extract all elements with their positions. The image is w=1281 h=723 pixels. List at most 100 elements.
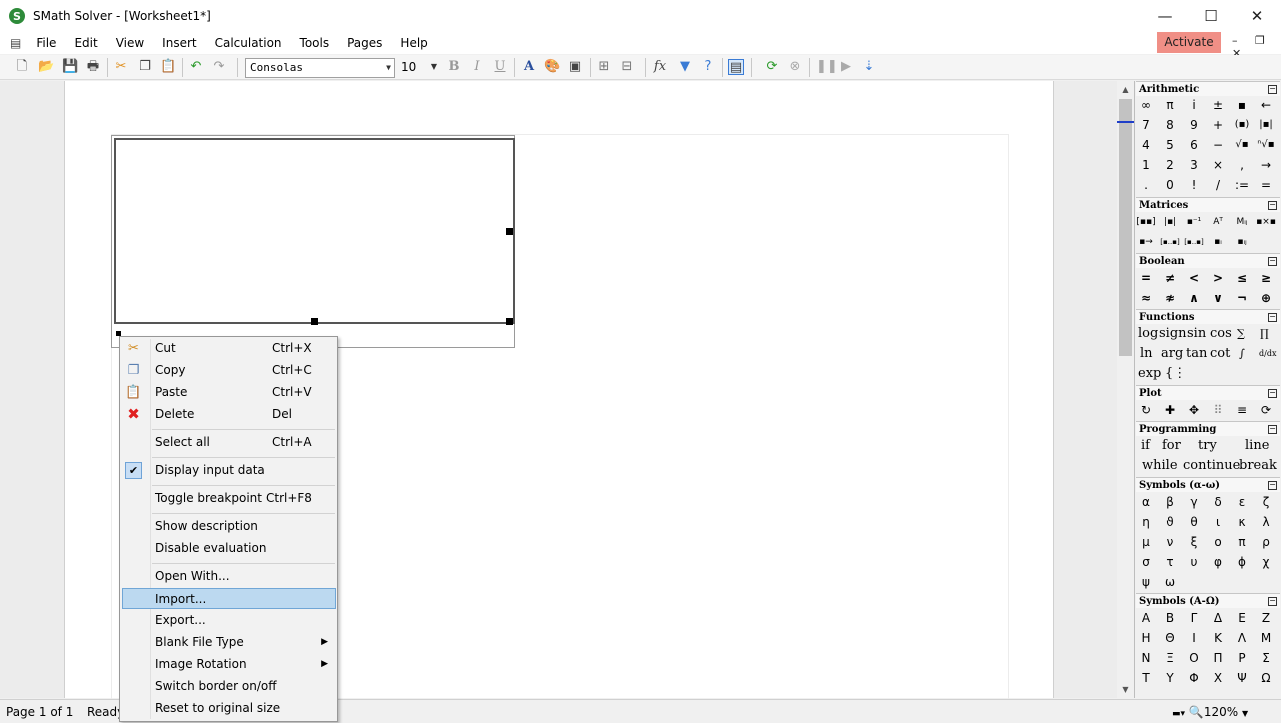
symbol-btn[interactable]: ε (1230, 492, 1254, 512)
arith-btn[interactable]: = (1254, 175, 1278, 195)
matrix-btn[interactable]: [▪▪] (1134, 212, 1158, 232)
plot-rotate-icon[interactable]: ↻ (1134, 400, 1158, 420)
symbol-btn[interactable]: λ (1254, 512, 1278, 532)
arith-btn[interactable]: ⁿ√▪ (1254, 135, 1278, 155)
symbol-btn[interactable]: δ (1206, 492, 1230, 512)
new-file-icon[interactable]: 🗋 (14, 59, 30, 75)
menu-item-toggle-breakpoint[interactable]: Toggle breakpoint Ctrl+F8 (122, 488, 336, 509)
symbol-btn[interactable]: Γ (1182, 608, 1206, 628)
cut-icon[interactable]: ✂ (113, 59, 129, 75)
function-btn[interactable]: ln (1140, 344, 1153, 364)
function-icon[interactable]: fx (652, 59, 668, 75)
menu-item-cut[interactable]: ✂ Cut Ctrl+X (122, 338, 336, 359)
resize-handle-bottom[interactable] (311, 318, 318, 325)
page-view-icon[interactable]: ▤ (728, 59, 744, 75)
symbol-btn[interactable]: μ (1134, 532, 1158, 552)
collapse-icon[interactable]: − (1268, 313, 1277, 322)
pause-icon[interactable]: ❚❚ (816, 59, 838, 75)
panel-matrices-header[interactable]: Matrices − (1136, 197, 1280, 212)
minimize-button[interactable]: — (1142, 0, 1188, 32)
programming-btn[interactable]: try (1198, 436, 1217, 456)
boolean-btn[interactable]: = (1134, 268, 1158, 288)
recalculate-icon[interactable]: ⟳ (764, 59, 780, 75)
collapse-icon[interactable]: − (1268, 597, 1277, 606)
symbol-btn[interactable]: Ο (1182, 648, 1206, 668)
boolean-btn[interactable]: ≥ (1254, 268, 1278, 288)
stop-icon[interactable]: ⊗ (787, 59, 803, 75)
plot-points-icon[interactable]: ⠿ (1206, 400, 1230, 420)
function-btn[interactable]: log (1138, 324, 1158, 344)
save-icon[interactable]: 💾 (62, 59, 78, 75)
matrix-btn[interactable]: Mᵢⱼ (1230, 212, 1254, 232)
arith-btn[interactable]: ▪ (1230, 95, 1254, 115)
font-name-combo[interactable]: Consolas ▼ (245, 58, 395, 78)
arith-btn[interactable]: 9 (1182, 115, 1206, 135)
filter-icon[interactable]: ▼ (677, 59, 693, 75)
menu-item-select-all[interactable]: Select all Ctrl+A (122, 432, 336, 453)
boolean-btn[interactable]: ⊕ (1254, 288, 1278, 308)
system-menu-icon[interactable]: ▤ (10, 36, 21, 50)
arith-btn[interactable]: ∞ (1134, 95, 1158, 115)
matrix-btn[interactable]: |▪| (1158, 212, 1182, 232)
matrix-btn[interactable]: ▪×▪ (1254, 212, 1278, 232)
boolean-btn[interactable]: ≠ (1158, 268, 1182, 288)
symbol-btn[interactable]: ρ (1254, 532, 1278, 552)
symbol-btn[interactable]: ψ (1134, 572, 1158, 592)
align-vertical-icon[interactable]: ⊟ (619, 59, 635, 75)
boolean-btn[interactable]: > (1206, 268, 1230, 288)
matrix-btn[interactable]: ▪ᵢ (1206, 232, 1230, 252)
programming-btn[interactable]: line (1245, 436, 1269, 456)
symbol-btn[interactable]: ϑ (1158, 512, 1182, 532)
menu-edit[interactable]: Edit (65, 32, 106, 54)
arith-btn[interactable]: 6 (1182, 135, 1206, 155)
symbol-btn[interactable]: ι (1206, 512, 1230, 532)
scroll-up-icon[interactable]: ▲ (1117, 81, 1134, 98)
menu-item-paste[interactable]: 📋 Paste Ctrl+V (122, 382, 336, 403)
arith-btn[interactable]: , (1230, 155, 1254, 175)
collapse-icon[interactable]: − (1268, 201, 1277, 210)
symbol-btn[interactable]: α (1134, 492, 1158, 512)
panel-greek-lower-header[interactable]: Symbols (α-ω) − (1136, 477, 1280, 492)
arith-btn[interactable]: 4 (1134, 135, 1158, 155)
plot-refresh-icon[interactable]: ⟳ (1254, 400, 1278, 420)
symbol-btn[interactable]: Ι (1182, 628, 1206, 648)
matrix-btn[interactable]: ▪⁻¹ (1182, 212, 1206, 232)
menu-item-switch-border[interactable]: Switch border on/off (122, 676, 336, 697)
symbol-btn[interactable]: Α (1134, 608, 1158, 628)
programming-btn[interactable]: for (1162, 436, 1181, 456)
function-btn[interactable]: {⋮ (1165, 364, 1186, 384)
arith-btn[interactable]: |▪| (1254, 115, 1278, 135)
symbol-btn[interactable]: υ (1182, 552, 1206, 572)
symbol-btn[interactable]: Ξ (1158, 648, 1182, 668)
arith-btn[interactable]: + (1206, 115, 1230, 135)
paste-icon[interactable]: 📋 (160, 59, 176, 75)
help-icon[interactable]: ? (700, 59, 716, 75)
bold-icon[interactable]: B (446, 59, 462, 75)
arith-btn[interactable]: ± (1206, 95, 1230, 115)
symbol-btn[interactable]: κ (1230, 512, 1254, 532)
symbol-btn[interactable]: η (1134, 512, 1158, 532)
collapse-icon[interactable]: − (1268, 481, 1277, 490)
panel-boolean-header[interactable]: Boolean − (1136, 253, 1280, 268)
symbol-btn[interactable]: Δ (1206, 608, 1230, 628)
underline-icon[interactable]: U (492, 59, 508, 75)
symbol-btn[interactable]: Φ (1182, 668, 1206, 688)
plot-arrow-icon[interactable]: ✚ (1158, 400, 1182, 420)
symbol-btn[interactable]: Τ (1134, 668, 1158, 688)
arith-btn[interactable]: := (1230, 175, 1254, 195)
arith-btn[interactable]: ! (1182, 175, 1206, 195)
menu-item-display-input-data[interactable]: ✔ Display input data (122, 460, 336, 481)
arith-btn[interactable]: 7 (1134, 115, 1158, 135)
symbol-btn[interactable]: ν (1158, 532, 1182, 552)
boolean-btn[interactable]: ¬ (1230, 288, 1254, 308)
boolean-btn[interactable]: ≉ (1158, 288, 1182, 308)
menu-item-disable-evaluation[interactable]: Disable evaluation (122, 538, 336, 559)
play-icon[interactable]: ▶ (838, 59, 854, 75)
panel-greek-upper-header[interactable]: Symbols (Α-Ω) − (1136, 593, 1280, 608)
zoom-control[interactable]: ▬▾ 🔍120% ▼ (1172, 705, 1248, 719)
menu-item-reset-size[interactable]: Reset to original size (122, 698, 336, 719)
menu-item-image-rotation[interactable]: Image Rotation ▶ (122, 654, 336, 675)
menu-tools[interactable]: Tools (291, 32, 339, 54)
symbol-btn[interactable]: θ (1182, 512, 1206, 532)
chevron-down-icon[interactable]: ▼ (1242, 709, 1248, 718)
